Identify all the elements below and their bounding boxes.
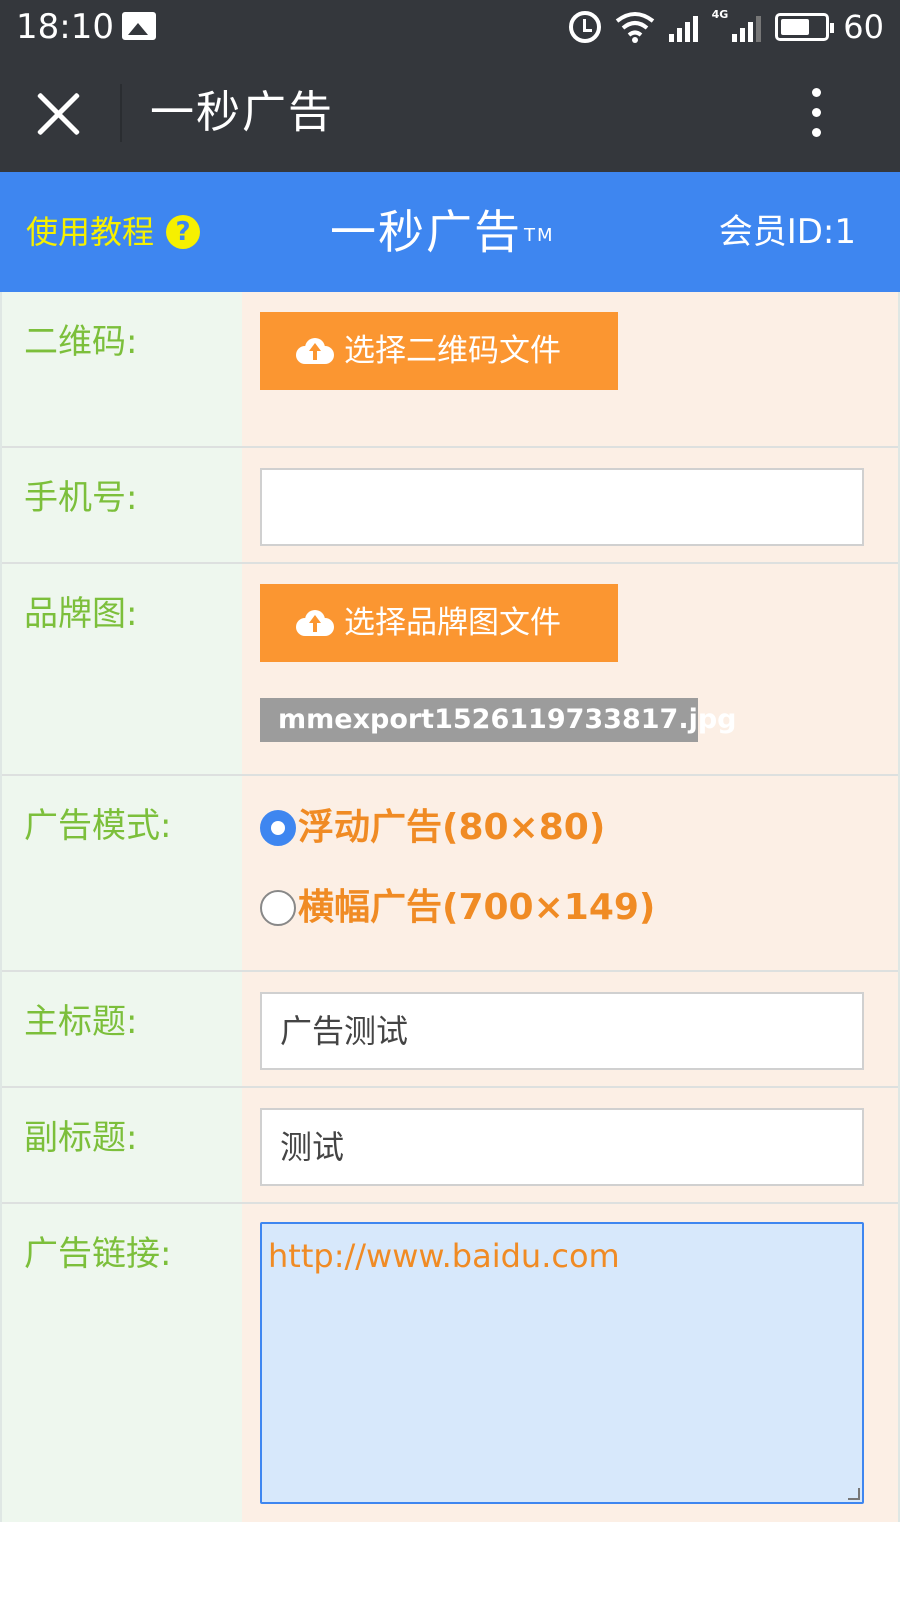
battery-icon <box>775 13 835 41</box>
form-row-ad-mode: 广告模式: 浮动广告(80×80) 横幅广告(700×149) <box>2 776 898 972</box>
resize-handle-icon[interactable] <box>848 1488 860 1500</box>
tutorial-link[interactable]: 使用教程 ? <box>26 210 201 254</box>
battery-level: 60 <box>843 8 884 46</box>
form-row-ad-link: 广告链接: http://www.baidu.com <box>2 1204 898 1526</box>
ad-mode-option-floating[interactable]: 浮动广告(80×80) <box>260 806 605 850</box>
phone-label: 手机号: <box>2 448 242 562</box>
form-row-main-title: 主标题: 广告测试 <box>2 972 898 1088</box>
ad-link-textarea[interactable]: http://www.baidu.com <box>260 1222 864 1504</box>
form-row-subtitle: 副标题: 测试 <box>2 1088 898 1204</box>
page-bottom <box>0 1522 900 1600</box>
close-icon[interactable] <box>34 88 86 140</box>
subtitle-label: 副标题: <box>2 1088 242 1202</box>
brand-image-label: 品牌图: <box>2 564 242 774</box>
status-bar: 18:10 4G 60 <box>0 0 900 54</box>
brand-title: 一秒广告 TM <box>330 202 555 262</box>
ad-form: 二维码: 选择二维码文件 手机号: 品牌图: 选择品牌图文件 mmexport1… <box>0 292 900 1526</box>
title-bar: 一秒广告 <box>0 54 900 172</box>
cloud-upload-icon <box>296 610 334 636</box>
tutorial-label: 使用教程 <box>26 213 155 251</box>
brand-name: 一秒广告 <box>330 205 522 259</box>
signal-icon-2 <box>732 12 762 42</box>
phone-input[interactable] <box>260 468 864 546</box>
choose-brand-image-button[interactable]: 选择品牌图文件 <box>260 584 618 662</box>
more-menu-icon[interactable] <box>806 88 826 142</box>
radio-checked-icon[interactable] <box>260 810 296 846</box>
network-type: 4G <box>711 8 729 21</box>
choose-qrcode-label: 选择二维码文件 <box>344 333 561 369</box>
signal-icon <box>668 12 698 42</box>
help-icon: ? <box>166 215 201 249</box>
brand-image-filename: mmexport1526119733817.jpg <box>260 698 737 742</box>
image-notification-icon <box>122 12 156 40</box>
wifi-icon <box>615 12 654 43</box>
ad-link-label: 广告链接: <box>2 1204 242 1524</box>
cloud-upload-icon <box>296 338 334 364</box>
ad-mode-label: 广告模式: <box>2 776 242 970</box>
page-title: 一秒广告 <box>150 87 334 138</box>
app-header: 使用教程 ? 一秒广告 TM 会员ID:1 <box>0 172 900 292</box>
form-row-brand-image: 品牌图: 选择品牌图文件 mmexport1526119733817.jpg <box>2 564 898 776</box>
member-id: 会员ID:1 <box>718 212 856 252</box>
ad-link-value: http://www.baidu.com <box>268 1237 620 1275</box>
ad-mode-option-label: 横幅广告(700×149) <box>298 887 656 928</box>
title-divider <box>120 84 122 142</box>
qrcode-label: 二维码: <box>2 292 242 446</box>
ad-mode-option-label: 浮动广告(80×80) <box>298 807 606 848</box>
form-row-qrcode: 二维码: 选择二维码文件 <box>2 292 898 448</box>
subtitle-input[interactable]: 测试 <box>260 1108 864 1186</box>
alarm-icon <box>568 11 601 43</box>
form-row-phone: 手机号: <box>2 448 898 564</box>
main-title-label: 主标题: <box>2 972 242 1086</box>
choose-brand-image-label: 选择品牌图文件 <box>344 605 561 641</box>
main-title-input[interactable]: 广告测试 <box>260 992 864 1070</box>
status-icons: 4G 60 <box>568 8 884 46</box>
ad-mode-option-banner[interactable]: 横幅广告(700×149) <box>260 886 655 930</box>
status-time: 18:10 <box>16 7 114 47</box>
trademark-mark: TM <box>524 225 555 246</box>
choose-qrcode-button[interactable]: 选择二维码文件 <box>260 312 618 390</box>
radio-unchecked-icon[interactable] <box>260 890 296 926</box>
